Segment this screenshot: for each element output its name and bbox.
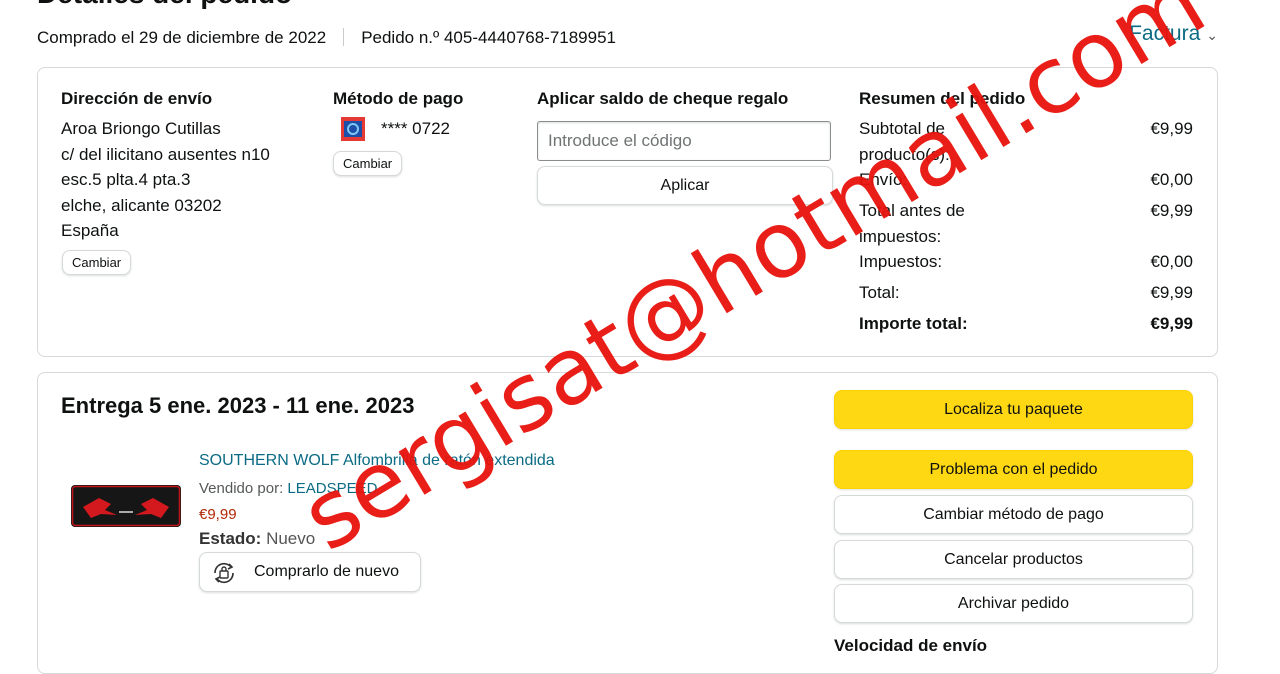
summary-row-subtotal: Subtotal de producto(s): €9,99 — [859, 116, 1193, 167]
purchase-date: Comprado el 29 de diciembre de 2022 — [37, 28, 327, 47]
product-price: €9,99 — [199, 506, 237, 523]
shipping-heading: Dirección de envío — [61, 89, 213, 108]
condition-line: Estado: Nuevo — [199, 529, 315, 549]
chevron-down-icon: ⌄ — [1206, 27, 1218, 43]
seller-link[interactable]: LEADSPEED — [287, 480, 377, 497]
address-line: elche, alicante 03202 — [61, 195, 222, 215]
divider — [343, 28, 345, 46]
shipping-speed-heading: Velocidad de envío — [834, 636, 988, 655]
invoice-label: Factura — [1129, 22, 1201, 45]
change-address-button[interactable]: Cambiar — [62, 250, 132, 275]
address-line: esc.5 plta.4 pta.3 — [61, 170, 191, 190]
payment-heading: Método de pago — [333, 89, 464, 108]
buy-again-button[interactable]: Comprarlo de nuevo — [199, 552, 421, 592]
summary-label: Envío: — [859, 170, 908, 189]
change-payment-method-button[interactable]: Cambiar método de pago — [834, 495, 1193, 534]
summary-row-shipping: Envío: €0,00 — [859, 167, 1193, 193]
seller-label: Vendido por: — [199, 480, 284, 497]
delivery-title: Entrega 5 ene. 2023 - 11 ene. 2023 — [61, 393, 415, 418]
summary-value: €0,00 — [1150, 252, 1193, 271]
summary-value: €0,00 — [1150, 170, 1193, 189]
apply-gift-button[interactable]: Aplicar — [537, 166, 833, 205]
summary-value: €9,99 — [1150, 201, 1193, 220]
order-problem-button[interactable]: Problema con el pedido — [834, 450, 1193, 489]
cancel-items-button[interactable]: Cancelar productos — [834, 540, 1193, 579]
summary-value: €9,99 — [1150, 314, 1193, 333]
summary-value: €9,99 — [1150, 283, 1193, 302]
summary-value: €9,99 — [1150, 119, 1193, 138]
invoice-dropdown[interactable]: Factura ⌄ — [1129, 22, 1218, 46]
product-image[interactable] — [71, 485, 181, 527]
buy-again-icon — [210, 559, 238, 587]
address-line: c/ del ilicitano ausentes n10 — [61, 144, 270, 164]
seller-line: Vendido por: LEADSPEED — [199, 480, 377, 497]
card-number: **** 0722 — [381, 119, 451, 138]
gift-heading: Aplicar saldo de cheque regalo — [537, 89, 789, 108]
buy-again-label: Comprarlo de nuevo — [254, 563, 399, 580]
summary-row-grand-total: Importe total: €9,99 — [859, 311, 1193, 337]
summary-label: Total: — [859, 283, 900, 302]
summary-label: Importe total: — [859, 314, 968, 333]
condition-label: Estado: — [199, 529, 262, 548]
address-line: España — [61, 221, 119, 241]
summary-row-taxes: Impuestos: €0,00 — [859, 249, 1193, 275]
summary-label: Subtotal de producto(s): — [859, 119, 950, 164]
summary-row-pretax: Total antes de impuestos: €9,99 — [859, 198, 1193, 249]
summary-row-total: Total: €9,99 — [859, 280, 1193, 306]
order-meta: Comprado el 29 de diciembre de 2022 Pedid… — [37, 28, 616, 48]
card-logo-icon — [341, 117, 365, 141]
change-payment-button[interactable]: Cambiar — [333, 151, 403, 176]
summary-heading: Resumen del pedido — [859, 89, 1026, 108]
archive-order-button[interactable]: Archivar pedido — [834, 584, 1193, 623]
summary-label: Total antes de impuestos: — [859, 201, 965, 246]
shipping-address: Aroa Briongo Cutillas c/ del ilicitano a… — [61, 116, 270, 244]
address-line: Aroa Briongo Cutillas — [61, 119, 221, 138]
page-title: Detalles del pedido — [37, 0, 292, 10]
summary-label: Impuestos: — [859, 252, 943, 271]
track-package-button[interactable]: Localiza tu paquete — [834, 390, 1193, 429]
order-number: Pedido n.º 405-4440768-7189951 — [361, 28, 617, 47]
product-title-link[interactable]: SOUTHERN WOLF Alfombrilla de ratón exten… — [199, 452, 555, 470]
gift-code-input[interactable]: Introduce el código — [537, 121, 831, 161]
condition-value: Nuevo — [266, 529, 316, 548]
